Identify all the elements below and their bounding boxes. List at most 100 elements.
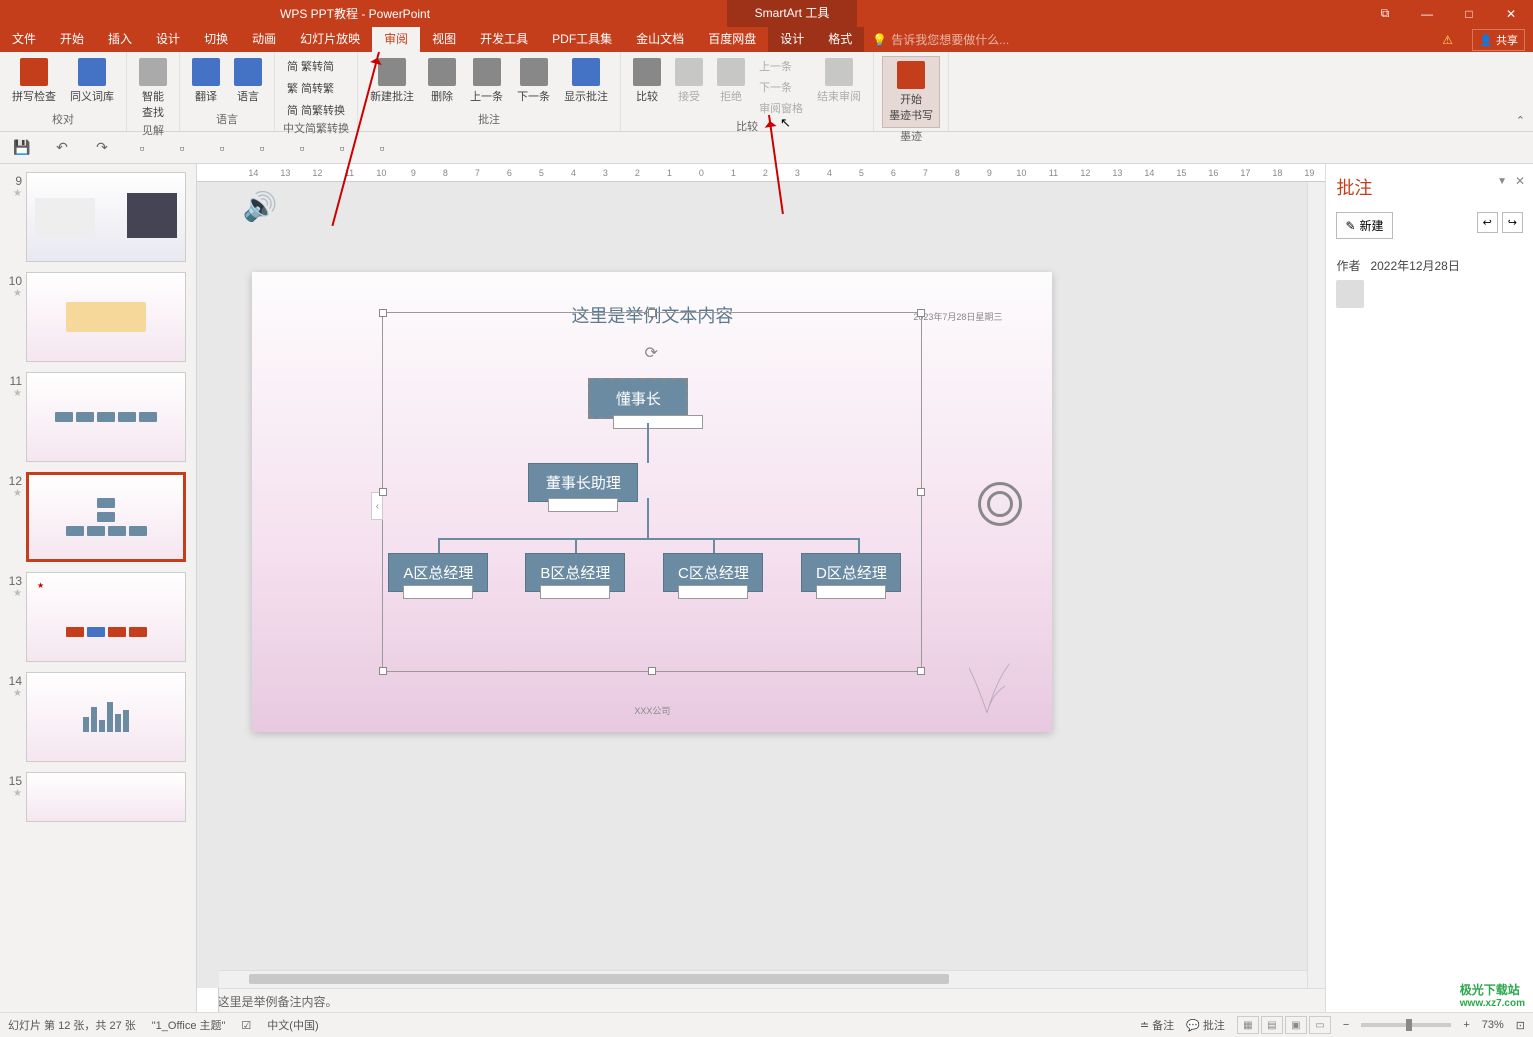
redo-icon[interactable]: ↷ (92, 138, 112, 158)
text-pane-toggle[interactable]: ‹ (371, 492, 383, 520)
undo-icon[interactable]: ↶ (52, 138, 72, 158)
language-button[interactable]: 语言 (230, 56, 266, 106)
tab-insert[interactable]: 插入 (96, 27, 144, 52)
translate-button[interactable]: 翻译 (188, 56, 224, 106)
normal-view-icon[interactable]: ▦ (1237, 1016, 1259, 1034)
watermark: 极光下载站 www.xz7.com (1460, 981, 1525, 1009)
tab-view[interactable]: 视图 (420, 27, 468, 52)
sorter-view-icon[interactable]: ▤ (1261, 1016, 1283, 1034)
circle-decoration (978, 482, 1022, 526)
tab-review[interactable]: 审阅 (372, 27, 420, 52)
status-spellcheck-icon[interactable]: ☑ (241, 1019, 251, 1032)
tab-file[interactable]: 文件 (0, 27, 48, 52)
thumbnail-panel[interactable]: 9★ 10★ 11★ 12★ 13★★ 14★ 15★ (0, 164, 197, 1012)
zoom-slider[interactable] (1361, 1023, 1451, 1027)
status-ime[interactable]: 中文(中国) (267, 1017, 318, 1033)
tab-design[interactable]: 设计 (144, 27, 192, 52)
window-close-icon[interactable]: ✕ (1499, 7, 1523, 21)
qat-icon-5[interactable]: ▫ (292, 138, 312, 158)
slide-canvas[interactable]: 🔊 这里是举例文本内容 2023年7月28日星期三 XXX公司 ‹ ⟳ 懂事长 (197, 182, 1325, 988)
notes-pane[interactable]: 这里是举例备注内容。 (197, 988, 1325, 1012)
next-comment-nav[interactable]: ↪ (1502, 212, 1523, 233)
qat-icon-3[interactable]: ▫ (212, 138, 232, 158)
tab-dev[interactable]: 开发工具 (468, 27, 540, 52)
thesaurus-button[interactable]: 同义词库 (66, 56, 118, 106)
qat-icon-7[interactable]: ▫ (372, 138, 392, 158)
zoom-in-icon[interactable]: + (1463, 1019, 1469, 1031)
thumbnail-15[interactable]: 15★ (4, 772, 192, 822)
next-comment-button[interactable]: 下一条 (513, 56, 554, 106)
compare-next-button: 下一条 (755, 77, 807, 97)
org-node-a-input[interactable] (403, 585, 473, 599)
reading-view-icon[interactable]: ▣ (1285, 1016, 1307, 1034)
org-node-assist-input[interactable] (548, 498, 618, 512)
end-review-button: 结束审阅 (813, 56, 865, 106)
qat-icon-2[interactable]: ▫ (172, 138, 192, 158)
comments-dropdown-icon[interactable]: ▼ (1497, 176, 1507, 187)
smart-lookup-button[interactable]: 智能 查找 (135, 56, 171, 122)
collapse-ribbon-icon[interactable]: ⌃ (1516, 114, 1525, 127)
reject-button: 拒绝 (713, 56, 749, 106)
sc-to-tc-button[interactable]: 简 繁转简 (283, 56, 349, 76)
app-title: WPS PPT教程 - PowerPoint (280, 5, 430, 22)
window-restore-icon[interactable]: ⧉ (1373, 6, 1397, 21)
prev-comment-nav[interactable]: ↩ (1477, 212, 1498, 233)
tab-pdf[interactable]: PDF工具集 (540, 27, 624, 52)
tc-to-sc-button[interactable]: 繁 简转繁 (283, 78, 349, 98)
slide-date: 2023年7月28日星期三 (913, 310, 1002, 323)
horizontal-scrollbar[interactable] (219, 970, 1307, 988)
slideshow-view-icon[interactable]: ▭ (1309, 1016, 1331, 1034)
window-maximize-icon[interactable]: □ (1457, 7, 1481, 21)
tab-slideshow[interactable]: 幻灯片放映 (288, 27, 372, 52)
close-comments-icon[interactable]: ✕ (1515, 174, 1525, 188)
qat-icon-6[interactable]: ▫ (332, 138, 352, 158)
spellcheck-button[interactable]: 拼写检查 (8, 56, 60, 106)
zoom-level[interactable]: 73% (1482, 1019, 1504, 1031)
thumbnail-13[interactable]: 13★★ (4, 572, 192, 662)
thumbnail-10[interactable]: 10★ (4, 272, 192, 362)
org-node-root[interactable]: 懂事长 (588, 378, 688, 419)
warning-icon: ⚠ (1442, 33, 1453, 47)
qat-icon-4[interactable]: ▫ (252, 138, 272, 158)
window-minimize-icon[interactable]: — (1415, 7, 1439, 21)
org-node-d-input[interactable] (816, 585, 886, 599)
thumbnail-12[interactable]: 12★ (4, 472, 192, 562)
qat-icon-1[interactable]: ▫ (132, 138, 152, 158)
org-node-assist[interactable]: 董事长助理 (528, 463, 638, 502)
tab-jinshan[interactable]: 金山文档 (624, 27, 696, 52)
zoom-out-icon[interactable]: − (1343, 1019, 1349, 1031)
tab-baidu[interactable]: 百度网盘 (696, 27, 768, 52)
start-ink-button[interactable]: 开始 墨迹书写 (882, 56, 940, 128)
thumbnail-9[interactable]: 9★ (4, 172, 192, 262)
org-node-b-input[interactable] (540, 585, 610, 599)
thumbnail-14[interactable]: 14★ (4, 672, 192, 762)
tab-smartart-format[interactable]: 格式 (816, 27, 864, 52)
org-node-root-input[interactable] (613, 415, 703, 429)
delete-comment-button[interactable]: 删除 (424, 56, 460, 106)
tab-animation[interactable]: 动画 (240, 27, 288, 52)
tab-transition[interactable]: 切换 (192, 27, 240, 52)
tab-home[interactable]: 开始 (48, 27, 96, 52)
compare-button[interactable]: 比较 (629, 56, 665, 106)
show-comments-button[interactable]: 显示批注 (560, 56, 612, 106)
accept-button: 接受 (671, 56, 707, 106)
slide[interactable]: 这里是举例文本内容 2023年7月28日星期三 XXX公司 ‹ ⟳ 懂事长 (252, 272, 1052, 732)
chinese-convert-button[interactable]: 简 简繁转换 (283, 100, 349, 120)
status-comments-button[interactable]: 💬 批注 (1186, 1017, 1225, 1033)
fit-to-window-icon[interactable]: ⊡ (1516, 1019, 1525, 1032)
new-comment-pane-button[interactable]: ✎ 新建 (1336, 212, 1392, 239)
save-icon[interactable]: 💾 (12, 138, 32, 158)
status-theme: "1_Office 主题" (152, 1017, 226, 1033)
tab-smartart-design[interactable]: 设计 (768, 27, 816, 52)
thumbnail-11[interactable]: 11★ (4, 372, 192, 462)
tell-me-search[interactable]: 💡告诉我您想要做什么... (864, 31, 1009, 48)
vertical-scrollbar[interactable] (1307, 182, 1325, 988)
rotate-handle-icon[interactable]: ⟳ (644, 343, 657, 363)
group-comments-label: 批注 (478, 111, 500, 127)
smartart-selection[interactable]: ‹ ⟳ 懂事长 董事长助理 (382, 312, 922, 672)
status-notes-button[interactable]: ≐ 备注 (1140, 1017, 1174, 1033)
share-button[interactable]: 👤 共享 (1472, 29, 1525, 51)
org-node-c-input[interactable] (678, 585, 748, 599)
prev-comment-button[interactable]: 上一条 (466, 56, 507, 106)
group-compare-label: 比较 (736, 118, 758, 134)
